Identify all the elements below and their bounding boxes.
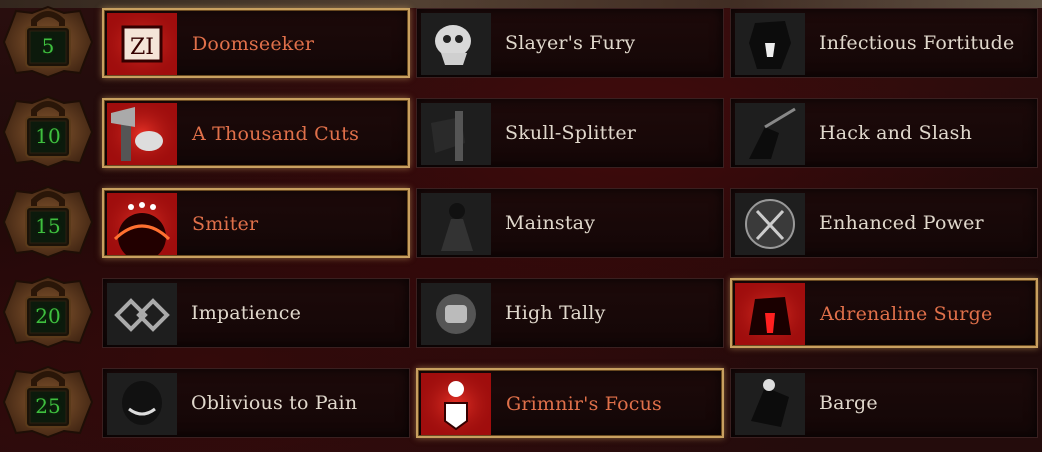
talent-name: Barge (819, 392, 878, 414)
talent-a-thousand-cuts[interactable]: A Thousand Cuts (102, 98, 410, 168)
level-lock-badge: 20 (2, 275, 94, 349)
talent-barge[interactable]: Barge (730, 368, 1038, 438)
talent-name: Slayer's Fury (505, 32, 636, 54)
eclipse-eyes-icon (107, 193, 177, 255)
doomseeker-rune-icon: ZI (107, 13, 177, 75)
talent-name: Skull-Splitter (505, 122, 637, 144)
level-lock-badge: 25 (2, 365, 94, 439)
talent-hack-and-slash[interactable]: Hack and Slash (730, 98, 1038, 168)
talent-name: Oblivious to Pain (191, 392, 358, 414)
level-requirement: 10 (35, 124, 61, 148)
talent-oblivious-to-pain[interactable]: Oblivious to Pain (102, 368, 410, 438)
skull-icon (421, 13, 491, 75)
level-requirement: 25 (35, 394, 61, 418)
axe-fist-icon (107, 103, 177, 165)
talent-infectious-fortitude[interactable]: Infectious Fortitude (730, 8, 1038, 78)
talent-name: Grimnir's Focus (506, 393, 662, 415)
talent-name: Hack and Slash (819, 122, 973, 144)
level-lock-badge: 5 (2, 5, 94, 79)
talent-slayer-s-fury[interactable]: Slayer's Fury (416, 8, 724, 78)
talent-mainstay[interactable]: Mainstay (416, 188, 724, 258)
roaring-slayer-icon (735, 13, 805, 75)
double-diamond-icon (107, 283, 177, 345)
talent-enhanced-power[interactable]: Enhanced Power (730, 188, 1038, 258)
howling-beast-icon (735, 283, 805, 345)
level-lock-badge: 10 (2, 95, 94, 169)
talent-name: Doomseeker (192, 33, 315, 55)
talent-row-level-20: 20 Impatience High Tally Adrenaline Surg… (0, 272, 1042, 352)
talent-doomseeker[interactable]: ZI Doomseeker (102, 8, 410, 78)
talent-name: Mainstay (505, 212, 596, 234)
talent-row-level-15: 15 Smiter Mainstay Enhanced Power (0, 182, 1042, 262)
level-requirement: 15 (35, 214, 61, 238)
svg-text:ZI: ZI (130, 35, 154, 60)
talent-name: Infectious Fortitude (819, 32, 1015, 54)
talent-skull-splitter[interactable]: Skull-Splitter (416, 98, 724, 168)
level-requirement: 5 (41, 34, 55, 58)
talent-name: Enhanced Power (819, 212, 984, 234)
dwarf-shield-icon (421, 373, 491, 435)
clenched-fist-icon (421, 283, 491, 345)
talent-name: Impatience (191, 302, 302, 324)
slashing-figure-icon (735, 103, 805, 165)
talent-impatience[interactable]: Impatience (102, 278, 410, 348)
axe-grip-icon (421, 103, 491, 165)
level-lock-badge: 15 (2, 185, 94, 259)
crossed-axes-icon (735, 193, 805, 255)
charging-dwarf-icon (735, 373, 805, 435)
talent-high-tally[interactable]: High Tally (416, 278, 724, 348)
talent-name: Smiter (192, 213, 259, 235)
talent-adrenaline-surge[interactable]: Adrenaline Surge (730, 278, 1038, 348)
talent-row-level-25: 25 Oblivious to Pain Grimnir's Focus Bar… (0, 362, 1042, 442)
talent-grimnir-s-focus[interactable]: Grimnir's Focus (416, 368, 724, 438)
talent-name: High Tally (505, 302, 606, 324)
level-requirement: 20 (35, 304, 61, 328)
grinning-face-icon (107, 373, 177, 435)
talent-row-level-5: 5 ZI Doomseeker Slayer's Fury Infectious … (0, 2, 1042, 82)
talent-row-level-10: 10 A Thousand Cuts Skull-Splitter Hack a… (0, 92, 1042, 172)
talent-name: Adrenaline Surge (820, 303, 993, 325)
talent-board: 5 ZI Doomseeker Slayer's Fury Infectious … (0, 0, 1042, 452)
talent-name: A Thousand Cuts (192, 123, 360, 145)
talent-smiter[interactable]: Smiter (102, 188, 410, 258)
chained-figure-icon (421, 193, 491, 255)
